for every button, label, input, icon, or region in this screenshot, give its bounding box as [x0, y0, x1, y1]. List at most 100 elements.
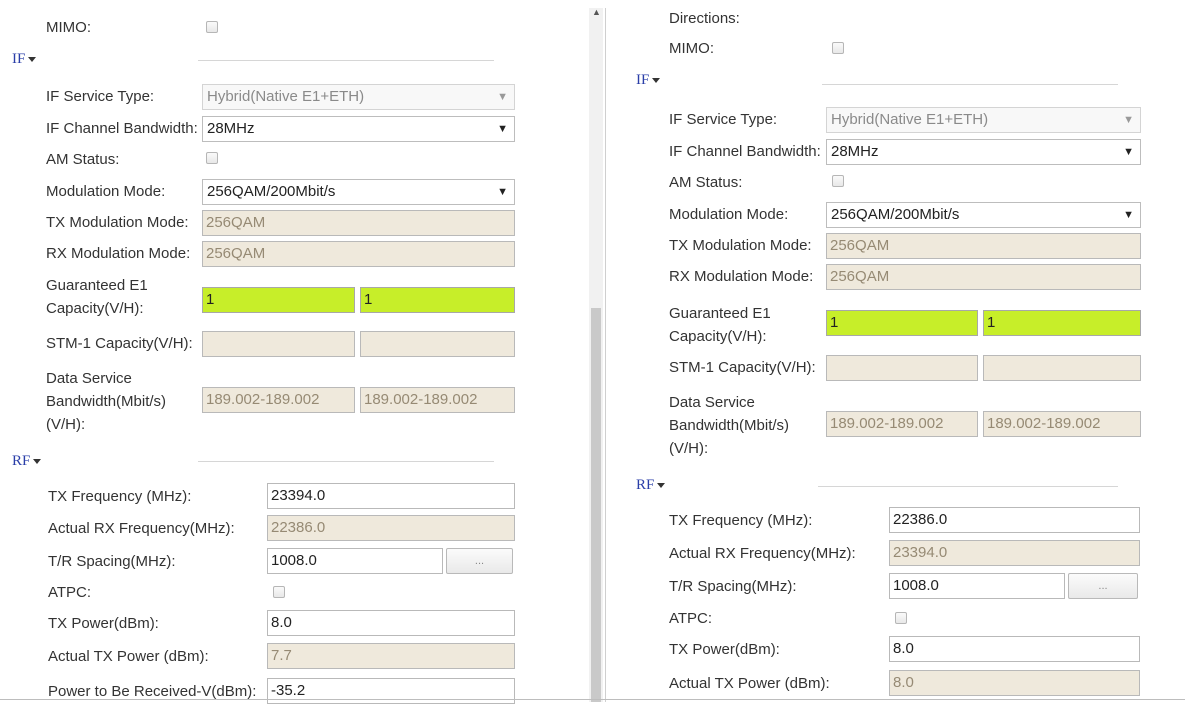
actual-tx-power-label: Actual TX Power (dBm): [669, 675, 830, 692]
modulation-mode-select[interactable]: 256QAM/200Mbit/s ▼ [202, 179, 515, 205]
if-service-type-select: Hybrid(Native E1+ETH) ▼ [826, 107, 1141, 133]
tx-modulation-mode-field: 256QAM [826, 233, 1141, 259]
if-section-divider [822, 84, 1118, 85]
tx-modulation-mode-field: 256QAM [202, 210, 515, 236]
tr-spacing-input[interactable]: 1008.0 [267, 548, 443, 574]
modulation-mode-select[interactable]: 256QAM/200Mbit/s ▼ [826, 202, 1141, 228]
if-section-label: IF [636, 72, 650, 88]
mimo-checkbox[interactable] [832, 42, 844, 54]
if-channel-bandwidth-select[interactable]: 28MHz ▼ [826, 139, 1141, 165]
dropdown-arrow-icon: ▼ [497, 91, 508, 103]
chevron-down-icon [33, 459, 42, 465]
actual-tx-power-field: 8.0 [889, 670, 1140, 696]
tx-power-label: TX Power(dBm): [48, 615, 159, 632]
stm1-capacity-label: STM-1 Capacity(V/H): [46, 335, 193, 352]
if-service-type-value: Hybrid(Native E1+ETH) [831, 111, 989, 128]
data-bandwidth-label-line1: Data Service [46, 370, 132, 387]
tr-spacing-label: T/R Spacing(MHz): [669, 578, 797, 595]
atpc-label: ATPC: [48, 584, 92, 601]
rf-section-header[interactable]: RF [12, 452, 42, 470]
tx-power-input[interactable]: 8.0 [267, 610, 515, 636]
am-status-checkbox[interactable] [832, 175, 844, 187]
if-channel-bandwidth-value: 28MHz [207, 120, 255, 137]
guaranteed-e1-label-line2: Capacity(V/H): [669, 328, 767, 345]
rf-section-divider [198, 461, 494, 462]
data-bandwidth-label-line2: Bandwidth(Mbit/s) [669, 417, 790, 434]
left-panel-scroll-thumb[interactable] [591, 308, 601, 702]
rx-modulation-mode-label: RX Modulation Mode: [46, 245, 191, 262]
dropdown-arrow-icon: ▼ [497, 123, 508, 135]
rx-modulation-mode-field: 256QAM [826, 264, 1141, 290]
atpc-label: ATPC: [669, 610, 713, 627]
tx-frequency-input[interactable]: 23394.0 [267, 483, 515, 509]
stm1-h-field [983, 355, 1141, 381]
rf-section-label: RF [12, 453, 31, 469]
tr-spacing-browse-button[interactable]: ... [446, 548, 513, 574]
actual-rx-frequency-field: 23394.0 [889, 540, 1140, 566]
guaranteed-e1-v-input[interactable]: 1 [826, 310, 978, 336]
power-to-be-received-input[interactable]: -35.2 [267, 678, 515, 704]
if-channel-bandwidth-select[interactable]: 28MHz ▼ [202, 116, 515, 142]
data-bandwidth-h-field: 189.002-189.002 [360, 387, 515, 413]
modulation-mode-value: 256QAM/200Mbit/s [831, 206, 960, 223]
data-bandwidth-label-line2: Bandwidth(Mbit/s) [46, 393, 167, 410]
am-status-checkbox[interactable] [206, 152, 218, 164]
bottom-border [0, 699, 1185, 700]
stm1-capacity-label: STM-1 Capacity(V/H): [669, 359, 816, 376]
stm1-v-field [202, 331, 355, 357]
chevron-down-icon [657, 483, 666, 489]
tx-power-input[interactable]: 8.0 [889, 636, 1140, 662]
tx-frequency-label: TX Frequency (MHz): [669, 512, 813, 529]
rf-section-divider [818, 486, 1118, 487]
chevron-down-icon [652, 78, 661, 84]
mimo-label: MIMO: [46, 19, 91, 36]
atpc-checkbox[interactable] [895, 612, 907, 624]
chevron-down-icon [28, 57, 37, 63]
guaranteed-e1-h-input[interactable]: 1 [360, 287, 515, 313]
guaranteed-e1-label-line1: Guaranteed E1 [669, 305, 771, 322]
directions-label: Directions: [669, 10, 740, 27]
data-bandwidth-v-field: 189.002-189.002 [202, 387, 355, 413]
if-section-header[interactable]: IF [636, 71, 661, 89]
guaranteed-e1-label-line2: Capacity(V/H): [46, 300, 144, 317]
tx-frequency-input[interactable]: 22386.0 [889, 507, 1140, 533]
guaranteed-e1-v-input[interactable]: 1 [202, 287, 355, 313]
guaranteed-e1-label-line1: Guaranteed E1 [46, 277, 148, 294]
scroll-up-arrow-icon[interactable]: ▲ [592, 8, 601, 17]
am-status-label: AM Status: [669, 174, 743, 191]
if-section-divider [198, 60, 494, 61]
guaranteed-e1-h-input[interactable]: 1 [983, 310, 1141, 336]
data-bandwidth-label-line3: (V/H): [46, 416, 86, 433]
data-bandwidth-label-line1: Data Service [669, 394, 755, 411]
mimo-checkbox[interactable] [206, 21, 218, 33]
tr-spacing-input[interactable]: 1008.0 [889, 573, 1065, 599]
rx-modulation-mode-label: RX Modulation Mode: [669, 268, 814, 285]
if-channel-bandwidth-value: 28MHz [831, 143, 879, 160]
tx-modulation-mode-label: TX Modulation Mode: [669, 237, 812, 254]
stm1-v-field [826, 355, 978, 381]
actual-tx-power-field: 7.7 [267, 643, 515, 669]
rf-section-label: RF [636, 477, 655, 493]
tr-spacing-browse-button[interactable]: ... [1068, 573, 1138, 599]
atpc-checkbox[interactable] [273, 586, 285, 598]
if-section-header[interactable]: IF [12, 50, 37, 68]
dropdown-arrow-icon: ▼ [1123, 114, 1134, 126]
panel-divider [605, 8, 606, 702]
dropdown-arrow-icon: ▼ [1123, 146, 1134, 158]
tx-modulation-mode-label: TX Modulation Mode: [46, 214, 189, 231]
actual-tx-power-label: Actual TX Power (dBm): [48, 648, 209, 665]
if-section-label: IF [12, 51, 26, 67]
modulation-mode-label: Modulation Mode: [669, 206, 789, 223]
modulation-mode-label: Modulation Mode: [46, 183, 166, 200]
modulation-mode-value: 256QAM/200Mbit/s [207, 183, 336, 200]
tx-power-label: TX Power(dBm): [669, 641, 780, 658]
rf-section-header[interactable]: RF [636, 476, 666, 494]
tr-spacing-label: T/R Spacing(MHz): [48, 553, 176, 570]
am-status-label: AM Status: [46, 151, 120, 168]
if-service-type-label: IF Service Type: [669, 111, 778, 128]
stm1-h-field [360, 331, 515, 357]
tx-frequency-label: TX Frequency (MHz): [48, 488, 192, 505]
if-service-type-value: Hybrid(Native E1+ETH) [207, 88, 365, 105]
mimo-label: MIMO: [669, 40, 714, 57]
actual-rx-frequency-field: 22386.0 [267, 515, 515, 541]
